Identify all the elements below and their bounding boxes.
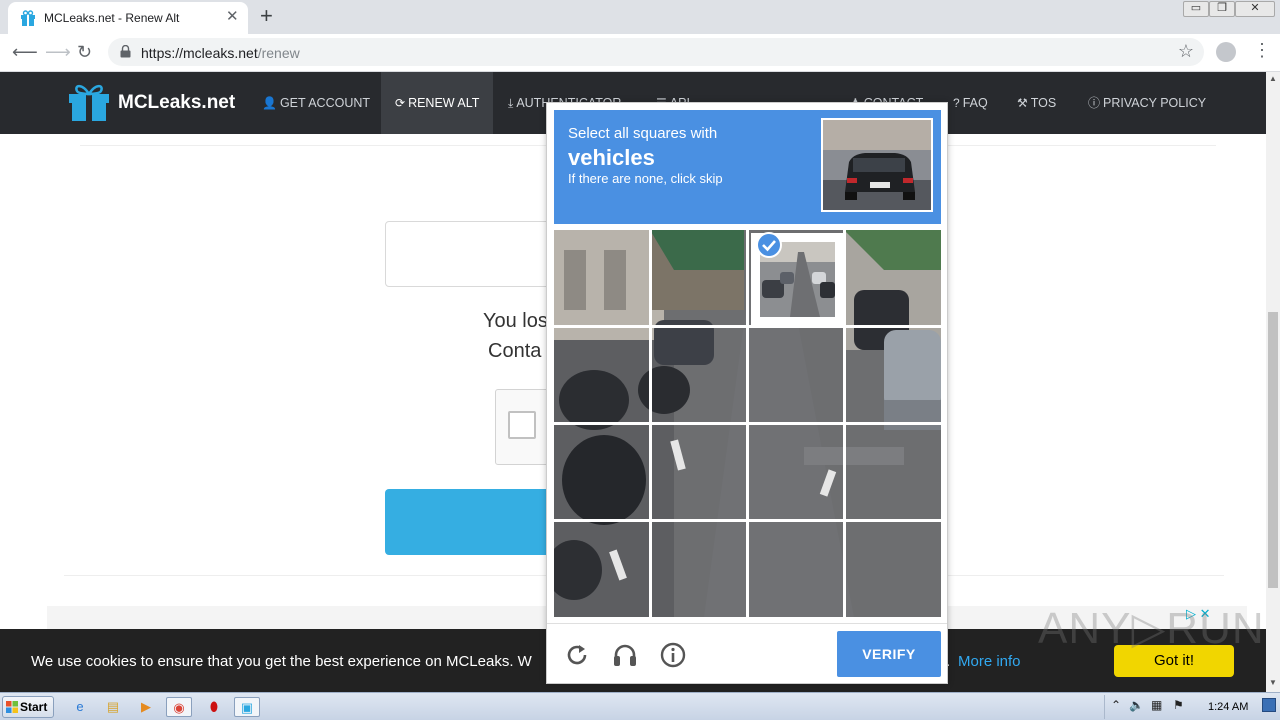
challenge-image-grid: [554, 230, 941, 617]
address-bar[interactable]: https://mcleaks.net/renew ☆: [108, 38, 1204, 66]
volume-icon[interactable]: 🔈: [1129, 698, 1144, 712]
grid-tile[interactable]: [554, 522, 649, 617]
gift-logo-icon[interactable]: [68, 83, 110, 121]
grid-tile[interactable]: [749, 522, 843, 617]
opera-icon[interactable]: ⬮: [201, 697, 227, 717]
gift-app-icon[interactable]: ▣: [234, 697, 260, 717]
browser-menu-icon[interactable]: ⋮: [1253, 40, 1271, 60]
cookie-message: We use cookies to ensure that you get th…: [31, 653, 532, 670]
challenge-hint: If there are none, click skip: [568, 171, 723, 186]
tab-close-icon[interactable]: ✕: [226, 9, 239, 25]
windows-flag-icon: [6, 701, 18, 713]
challenge-prompt: Select all squares with: [568, 125, 718, 142]
nav-get-account[interactable]: 👤 GET ACCOUNT: [262, 72, 370, 134]
grid-tile[interactable]: [652, 522, 746, 617]
nav-tos[interactable]: ⚒ TOS: [1017, 72, 1056, 134]
cookie-more-info-link[interactable]: More info: [958, 653, 1021, 670]
info-icon: ⓘ: [1088, 96, 1101, 110]
grid-tile[interactable]: [652, 328, 746, 422]
user-plus-icon: 👤: [262, 96, 277, 110]
action-center-flag-icon[interactable]: ⚑: [1173, 698, 1184, 712]
download-icon: ⤓: [508, 96, 514, 110]
forward-icon[interactable]: ⟶: [45, 42, 71, 62]
url-text: https://mcleaks.net/renew: [141, 45, 300, 61]
tab-title: MCLeaks.net - Renew Alt: [44, 11, 180, 25]
grid-tile[interactable]: [846, 328, 941, 422]
refresh-icon: ⟳: [395, 96, 406, 110]
reload-challenge-icon[interactable]: [563, 641, 591, 669]
gift-favicon-icon: [21, 10, 35, 26]
help-info-icon[interactable]: [659, 641, 687, 669]
question-icon: ?: [953, 96, 960, 110]
grid-tile[interactable]: [652, 230, 746, 325]
new-tab-button[interactable]: +: [260, 5, 273, 27]
page-scrollbar[interactable]: ▲ ▼: [1266, 72, 1280, 692]
ie-icon[interactable]: e: [67, 697, 93, 717]
verify-button[interactable]: VERIFY: [837, 631, 941, 677]
scroll-up-icon[interactable]: ▲: [1269, 74, 1277, 83]
show-desktop-button[interactable]: [1262, 698, 1276, 712]
browser-tab[interactable]: MCLeaks.net - Renew Alt ✕: [8, 2, 248, 34]
sample-vehicle-image: [821, 118, 933, 212]
browser-toolbar: ⟵ ⟶ ↻ https://mcleaks.net/renew ☆ ⋮: [0, 34, 1280, 72]
nav-privacy-policy[interactable]: ⓘ PRIVACY POLICY: [1088, 72, 1206, 134]
grid-tile[interactable]: [554, 328, 649, 422]
tray-expand-icon[interactable]: ⌃: [1111, 698, 1121, 712]
grid-tile[interactable]: [652, 425, 746, 519]
gavel-icon: ⚒: [1017, 96, 1028, 110]
anyrun-watermark: ANY▷RUN: [1038, 604, 1265, 653]
grid-tile[interactable]: [554, 230, 649, 325]
scroll-down-icon[interactable]: ▼: [1269, 678, 1277, 687]
grid-tile[interactable]: [846, 522, 941, 617]
restore-button[interactable]: ❐: [1209, 1, 1235, 17]
explorer-icon[interactable]: ▤: [100, 697, 126, 717]
grid-tile[interactable]: [846, 425, 941, 519]
recaptcha-checkbox[interactable]: [508, 411, 536, 439]
lock-icon: [120, 45, 131, 58]
bookmark-star-icon[interactable]: ☆: [1178, 41, 1194, 62]
system-tray: ⌃ 🔈 ▦ ⚑: [1104, 695, 1280, 719]
network-icon[interactable]: ▦: [1151, 698, 1162, 712]
grid-tile[interactable]: [749, 328, 843, 422]
divider: [547, 623, 947, 624]
selected-check-icon: [756, 232, 782, 258]
taskbar-clock[interactable]: 1:24 AM: [1208, 701, 1248, 713]
minimize-button[interactable]: ▭: [1183, 1, 1209, 17]
back-icon[interactable]: ⟵: [12, 42, 38, 62]
info-text-line-2: Conta: [488, 340, 542, 362]
tab-strip: MCLeaks.net - Renew Alt ✕ + ▭ ❐ ✕: [0, 0, 1280, 34]
challenge-instructions: Select all squares with vehicles If ther…: [554, 110, 941, 224]
audio-challenge-icon[interactable]: [611, 641, 639, 669]
reload-icon[interactable]: ↻: [77, 42, 92, 62]
close-window-button[interactable]: ✕: [1235, 1, 1275, 17]
grid-tile[interactable]: [554, 425, 649, 519]
site-logo-text[interactable]: MCLeaks.net: [118, 92, 235, 114]
info-text-line-1: You los: [483, 310, 548, 332]
grid-tile[interactable]: [846, 230, 941, 325]
media-player-icon[interactable]: ▶: [133, 697, 159, 717]
recaptcha-challenge-dialog: Select all squares with vehicles If ther…: [546, 102, 948, 684]
nav-renew-alt[interactable]: ⟳ RENEW ALT: [381, 72, 493, 134]
chrome-icon[interactable]: ◉: [166, 697, 192, 717]
grid-tile[interactable]: [749, 425, 843, 519]
profile-avatar[interactable]: [1216, 42, 1236, 62]
challenge-target: vehicles: [568, 145, 655, 170]
scrollbar-thumb[interactable]: [1268, 312, 1278, 588]
nav-faq[interactable]: ? FAQ: [953, 72, 988, 134]
windows-taskbar: Start e ▤ ▶ ◉ ⬮ ▣ ⌃ 🔈 ▦ ⚑ 1:24 AM: [0, 692, 1280, 720]
start-button[interactable]: Start: [2, 696, 54, 718]
